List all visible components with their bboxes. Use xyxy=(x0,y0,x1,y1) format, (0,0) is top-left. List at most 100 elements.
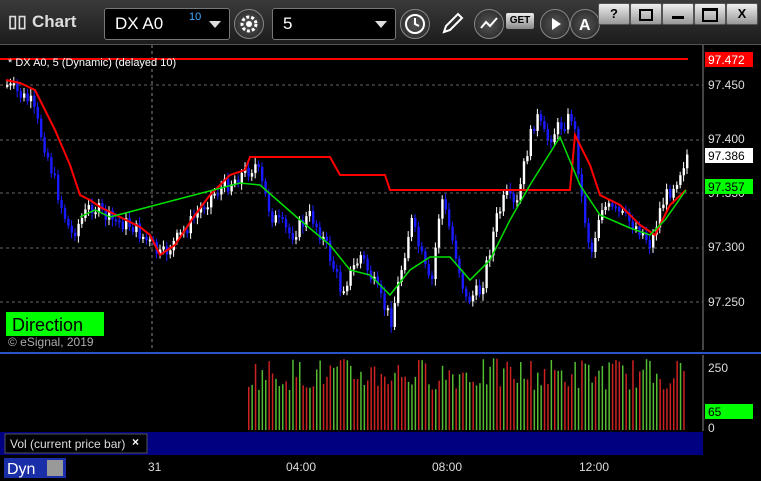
volume-bar xyxy=(288,389,291,430)
candle xyxy=(652,234,655,248)
volume-bar xyxy=(343,359,345,430)
candle xyxy=(648,239,651,248)
red-trend-line xyxy=(5,79,687,257)
chevron-down-icon[interactable] xyxy=(375,21,387,28)
close-button[interactable]: X xyxy=(726,3,758,25)
alert-icon[interactable]: A xyxy=(570,9,600,39)
candle xyxy=(186,230,189,234)
interval-selector[interactable]: 5 xyxy=(272,8,396,40)
candle xyxy=(315,223,318,228)
candle xyxy=(148,239,152,242)
volume-bar xyxy=(547,384,549,430)
candle xyxy=(346,285,349,292)
volume-bar xyxy=(356,379,359,430)
candle xyxy=(437,218,441,248)
pencil-icon[interactable] xyxy=(440,10,466,41)
candle xyxy=(359,255,362,264)
volume-bar xyxy=(564,381,566,430)
candle xyxy=(26,93,29,102)
candle xyxy=(383,293,386,310)
candle xyxy=(403,258,407,271)
candle xyxy=(635,226,638,230)
volume-bar xyxy=(431,389,434,430)
candle xyxy=(257,164,260,168)
candle xyxy=(512,193,515,203)
volume-bar xyxy=(615,360,617,430)
study-chart-icon[interactable] xyxy=(474,9,504,39)
candle xyxy=(40,118,43,138)
volume-bar xyxy=(540,385,542,430)
candle xyxy=(420,246,424,252)
green-price-tag-label: 97.357 xyxy=(708,180,745,194)
maximize-button[interactable] xyxy=(694,3,726,25)
candle xyxy=(16,83,19,92)
help-button[interactable]: ? xyxy=(598,3,630,25)
candle xyxy=(522,161,526,185)
clock-icon[interactable] xyxy=(400,9,430,39)
minimize-button[interactable] xyxy=(662,3,694,25)
chart-area[interactable]: * DX A0, 5 (Dynamic) (delayed 10) 97.450… xyxy=(0,45,761,481)
candle xyxy=(267,193,271,212)
candle xyxy=(60,200,63,208)
candle xyxy=(502,194,505,212)
volume-bar xyxy=(639,371,641,430)
volume-bar xyxy=(496,358,498,430)
volume-bar xyxy=(608,362,610,430)
candle xyxy=(516,200,519,203)
volume-bar xyxy=(322,384,325,430)
candle xyxy=(556,122,560,135)
chevron-down-icon[interactable] xyxy=(209,21,221,28)
price-bars xyxy=(6,76,689,333)
candle xyxy=(393,303,396,327)
chart-caption: * DX A0, 5 (Dynamic) (delayed 10) xyxy=(8,57,176,69)
candle xyxy=(295,237,298,240)
candle xyxy=(342,291,345,294)
volume-bar xyxy=(482,359,485,430)
candle xyxy=(366,258,369,271)
candle xyxy=(12,83,16,86)
volume-bar xyxy=(652,382,655,430)
candle xyxy=(536,114,539,131)
candle xyxy=(57,174,60,201)
candle xyxy=(352,265,356,270)
volume-bar xyxy=(577,387,580,430)
candle xyxy=(478,285,481,295)
candle xyxy=(6,84,9,87)
lock-icon[interactable] xyxy=(47,460,63,476)
volume-bar xyxy=(513,378,515,430)
volume-bar xyxy=(305,387,308,430)
volume-bar xyxy=(571,374,573,430)
get-data-icon[interactable]: GET xyxy=(506,13,534,29)
volume-bar xyxy=(458,374,461,430)
close-study-icon[interactable]: × xyxy=(132,435,139,449)
candle xyxy=(46,152,50,158)
volume-bar xyxy=(414,376,417,430)
volume-bar xyxy=(251,384,253,430)
volume-bar xyxy=(679,363,682,430)
settings-gear-icon[interactable] xyxy=(234,9,264,39)
volume-bar xyxy=(598,370,600,430)
candle xyxy=(278,215,281,218)
restore-button[interactable] xyxy=(630,3,662,25)
candle xyxy=(94,212,97,215)
volume-bar xyxy=(499,386,502,430)
volume-bar xyxy=(312,386,315,430)
volume-bar xyxy=(373,366,376,430)
volume-tick: 250 xyxy=(708,361,728,375)
volume-bars xyxy=(248,358,685,430)
candle xyxy=(36,106,39,119)
candle xyxy=(410,218,413,237)
candle xyxy=(427,264,430,276)
candle xyxy=(607,203,611,207)
restore-icon xyxy=(639,9,653,21)
time-tick: 04:00 xyxy=(286,460,316,474)
candle xyxy=(499,211,502,214)
price-tick: 97.450 xyxy=(708,78,745,92)
play-icon[interactable] xyxy=(540,9,570,39)
volume-bar xyxy=(390,380,393,430)
candle xyxy=(686,154,689,169)
candle xyxy=(9,83,12,86)
time-tick: 12:00 xyxy=(579,460,609,474)
symbol-selector[interactable]: DX A0 10 xyxy=(104,8,230,40)
candle xyxy=(247,168,250,177)
